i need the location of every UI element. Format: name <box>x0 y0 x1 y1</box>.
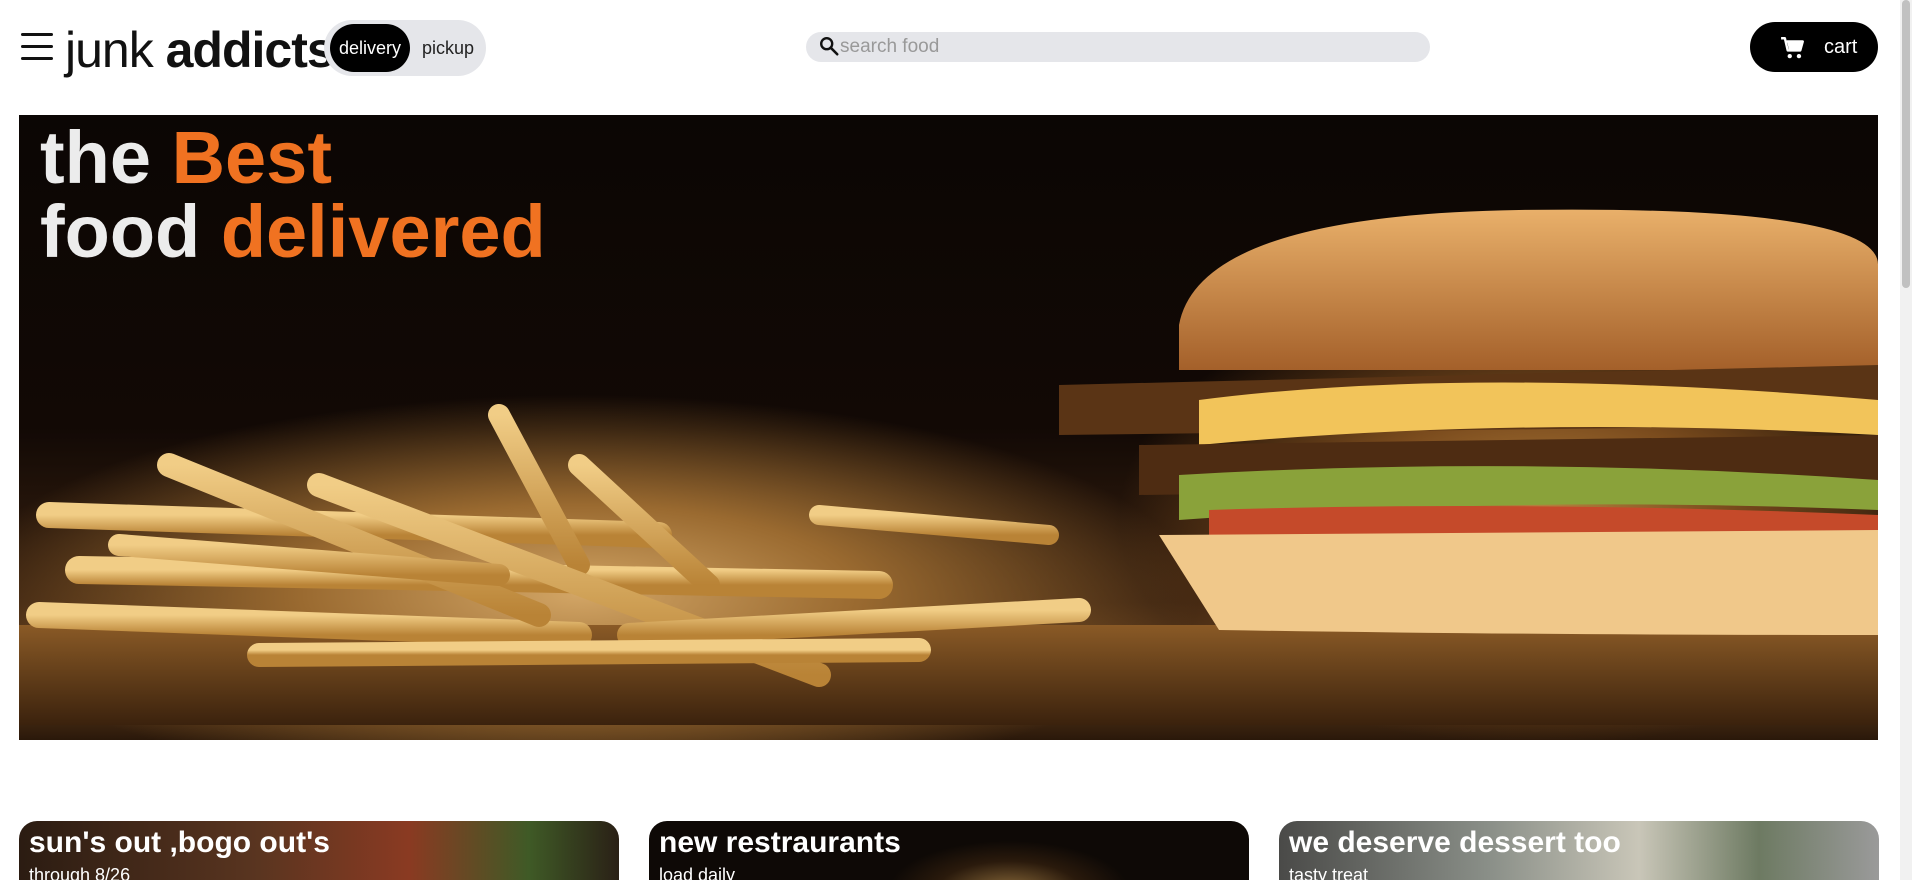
hero-line-1-accent: Best <box>171 116 332 199</box>
search-icon[interactable] <box>818 35 840 57</box>
scrollbar-thumb[interactable] <box>1902 0 1910 288</box>
delivery-pickup-toggle: delivery pickup <box>324 20 486 76</box>
page-scrollbar[interactable] <box>1900 0 1912 880</box>
hero-line-2: food delivered <box>40 195 546 269</box>
promo-card-title: sun's out ,bogo out's <box>29 826 330 859</box>
promo-card-new-restaurants[interactable]: new restraurants load daily <box>649 821 1249 880</box>
hero-line-1: the Best <box>40 121 546 195</box>
logo-text-light: junk <box>65 22 166 78</box>
hero-line-2-white: food <box>40 190 221 273</box>
hero-headline: the Best food delivered <box>40 121 546 269</box>
logo-text-bold: addicts <box>165 22 335 78</box>
hamburger-menu-icon[interactable] <box>21 33 53 61</box>
page: junk addicts delivery pickup cart <box>0 0 1912 880</box>
shopping-cart-icon <box>1781 37 1804 59</box>
promo-card-bogo[interactable]: sun's out ,bogo out's through 8/26 <box>19 821 619 880</box>
pickup-option[interactable]: pickup <box>418 24 478 72</box>
promo-card-title: new restraurants <box>659 826 901 859</box>
search-bar <box>806 32 1430 62</box>
hero-line-1-white: the <box>40 116 172 199</box>
site-logo[interactable]: junk addicts <box>65 22 335 78</box>
cart-button[interactable]: cart <box>1750 22 1878 72</box>
cart-label: cart <box>1824 36 1858 58</box>
promo-card-subtitle: through 8/26 <box>29 865 131 880</box>
promo-card-subtitle: load daily <box>659 865 736 880</box>
promo-card-dessert[interactable]: we deserve dessert too tasty treat <box>1279 821 1879 880</box>
delivery-option[interactable]: delivery <box>330 24 410 72</box>
promo-card-title: we deserve dessert too <box>1289 826 1621 859</box>
hero-banner: the Best food delivered <box>19 115 1878 740</box>
promo-card-subtitle: tasty treat <box>1289 865 1369 880</box>
search-input[interactable] <box>840 32 1410 62</box>
hero-line-2-accent: delivered <box>220 190 546 273</box>
top-navbar: junk addicts delivery pickup cart <box>0 0 1900 96</box>
